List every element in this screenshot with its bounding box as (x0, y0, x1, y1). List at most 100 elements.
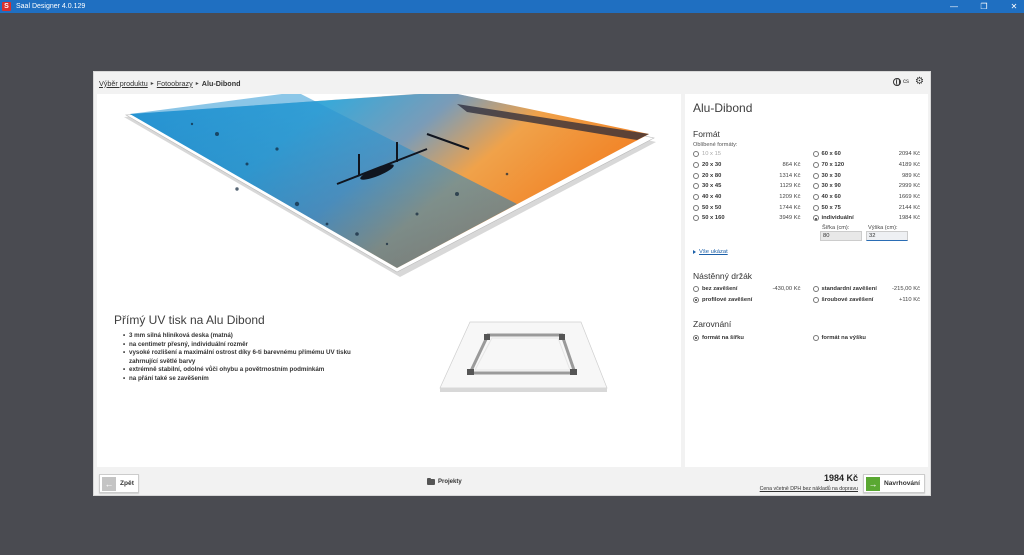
alignment-option-label: formát na výšku (821, 334, 866, 341)
breadcrumb-current: Alu-Dibond (201, 78, 241, 88)
radio-checked-icon[interactable] (812, 215, 819, 222)
preview-panel: Přímý UV tisk na Alu Dibond 3 mm silná h… (97, 94, 681, 467)
format-option[interactable]: 40 x 40 1209 Kč (693, 192, 801, 203)
promo-feature: na přání také se zavěšením (123, 375, 373, 384)
price-note-link[interactable]: Cena včetně DPH bez nákladů na dopravu (760, 486, 858, 492)
format-option[interactable]: 20 x 80 1314 Kč (693, 170, 801, 181)
format-option[interactable]: 50 x 75 2144 Kč (812, 202, 920, 213)
product-preview-image (97, 94, 681, 294)
show-all-link[interactable]: Vše ukázat (693, 249, 920, 255)
format-option[interactable]: 60 x 60 2094 Kč (812, 149, 920, 160)
back-button-label: Zpět (120, 480, 134, 487)
projects-label: Projekty (438, 479, 462, 485)
total-price: 1984 Kč (823, 473, 858, 483)
format-column-left: 10 x 15 20 x 30 864 Kč 20 x 80 1314 Kč 30 x 4… (693, 149, 801, 224)
gear-icon[interactable]: ⚙ (915, 77, 924, 87)
arrow-left-icon: ← (102, 476, 116, 491)
format-option-price: 4189 Kč (898, 162, 920, 169)
maximize-button[interactable]: ❐ (980, 2, 988, 11)
arrow-right-icon: → (866, 476, 880, 491)
holder-option-price: +110 Kč (898, 296, 920, 303)
minimize-button[interactable]: — (950, 2, 958, 11)
holder-option-label: šroubové zavěšení (821, 296, 874, 303)
format-option[interactable]: 40 x 60 1669 Kč (812, 192, 920, 203)
holder-option-price: -430,00 Kč (772, 286, 801, 293)
radio-icon[interactable] (812, 151, 819, 158)
format-option[interactable]: 20 x 30 864 Kč (693, 160, 801, 171)
radio-icon[interactable] (693, 183, 699, 190)
width-input[interactable]: 80 (820, 230, 862, 241)
format-heading: Formát (693, 129, 720, 139)
format-option-price: 864 Kč (782, 162, 801, 169)
globe-icon (893, 78, 902, 86)
holder-option[interactable]: šroubové zavěšení +110 Kč (812, 295, 920, 306)
alignment-heading: Zarovnání (693, 319, 732, 330)
radio-icon[interactable] (812, 162, 819, 169)
format-option-label: 70 x 120 (821, 162, 845, 169)
format-option[interactable]: individuální 1984 Kč (812, 213, 920, 224)
close-button[interactable]: ✕ (1010, 2, 1018, 11)
alignment-option-label: formát na šířku (702, 334, 744, 341)
holder-option-label: profilové zavěšení (702, 296, 753, 303)
format-option-label: 60 x 60 (821, 151, 841, 158)
projects-button[interactable]: Projekty (427, 477, 462, 485)
format-option[interactable]: 50 x 50 1744 Kč (693, 202, 801, 213)
design-button[interactable]: → Navrhování (863, 474, 925, 493)
radio-icon[interactable] (693, 204, 699, 211)
radio-checked-icon[interactable] (693, 334, 699, 341)
holder-option[interactable]: profilové zavěšení (693, 295, 801, 306)
format-option-price: 2144 Kč (898, 204, 920, 211)
format-option[interactable]: 70 x 120 4189 Kč (812, 160, 920, 171)
radio-icon[interactable] (812, 296, 819, 303)
format-option: 10 x 15 (693, 149, 801, 160)
format-option[interactable]: 30 x 45 1129 Kč (693, 181, 801, 192)
format-option[interactable]: 50 x 160 3949 Kč (693, 213, 801, 224)
product-dialog: Výběr produktu ▸ Fotoobrazy ▸ Alu-Dibond… (93, 71, 931, 496)
radio-icon[interactable] (812, 334, 819, 341)
language-code: cs (903, 79, 910, 85)
window-controls: — ❐ ✕ (950, 0, 1018, 13)
format-option-label: individuální (821, 215, 854, 222)
radio-icon[interactable] (693, 286, 699, 293)
radio-icon[interactable] (812, 194, 819, 201)
breadcrumb-product-selection[interactable]: Výběr produktu (99, 79, 148, 88)
format-option-price: 1984 Kč (898, 215, 920, 222)
promo-title: Přímý UV tisk na Alu Dibond (114, 313, 265, 327)
radio-icon[interactable] (812, 286, 819, 293)
format-option-label: 20 x 80 (702, 172, 722, 179)
popular-formats-label: Oblíbené formáty: (693, 142, 738, 148)
radio-icon[interactable] (693, 215, 699, 222)
height-input[interactable]: 32 (866, 230, 908, 241)
triangle-right-icon (693, 249, 696, 254)
design-button-label: Navrhování (884, 480, 920, 487)
wall-holder-heading: Nástěnný držák (693, 270, 753, 281)
radio-icon[interactable] (693, 194, 699, 201)
promo-feature: 3 mm silná hliníková deska (matná) (123, 332, 373, 341)
breadcrumb-photo-prints[interactable]: Fotoobrazy (157, 79, 193, 88)
holder-option[interactable]: bez zavěšení -430,00 Kč (693, 284, 801, 295)
radio-icon[interactable] (812, 183, 819, 190)
alignment-options: formát na šířku formát na výšku (693, 332, 920, 343)
format-option-price: 2999 Kč (898, 183, 920, 190)
holder-option-price: -215,00 Kč (891, 286, 920, 293)
format-option-label: 30 x 90 (821, 183, 841, 190)
product-title: Alu-Dibond (693, 101, 753, 115)
back-button[interactable]: ← Zpět (99, 474, 139, 493)
radio-icon[interactable] (693, 162, 699, 169)
format-option[interactable]: 30 x 30 989 Kč (812, 170, 920, 181)
alignment-option[interactable]: formát na výšku (812, 332, 921, 343)
language-selector[interactable]: cs (893, 78, 909, 86)
format-option-price: 1744 Kč (779, 204, 801, 211)
height-field: Výška (cm): 32 (866, 225, 908, 241)
breadcrumb: Výběr produktu ▸ Fotoobrazy ▸ Alu-Dibond (99, 79, 240, 88)
folder-icon (427, 477, 435, 485)
radio-icon[interactable] (812, 204, 819, 211)
radio-checked-icon[interactable] (693, 296, 699, 303)
app-logo: S (2, 2, 11, 11)
alignment-option[interactable]: formát na šířku (693, 332, 801, 343)
radio-icon[interactable] (812, 172, 819, 179)
radio-icon[interactable] (693, 172, 699, 179)
format-option[interactable]: 30 x 90 2999 Kč (812, 181, 920, 192)
holder-option[interactable]: standardní zavěšení -215,00 Kč (812, 284, 920, 295)
hanging-frame-image (436, 320, 611, 396)
